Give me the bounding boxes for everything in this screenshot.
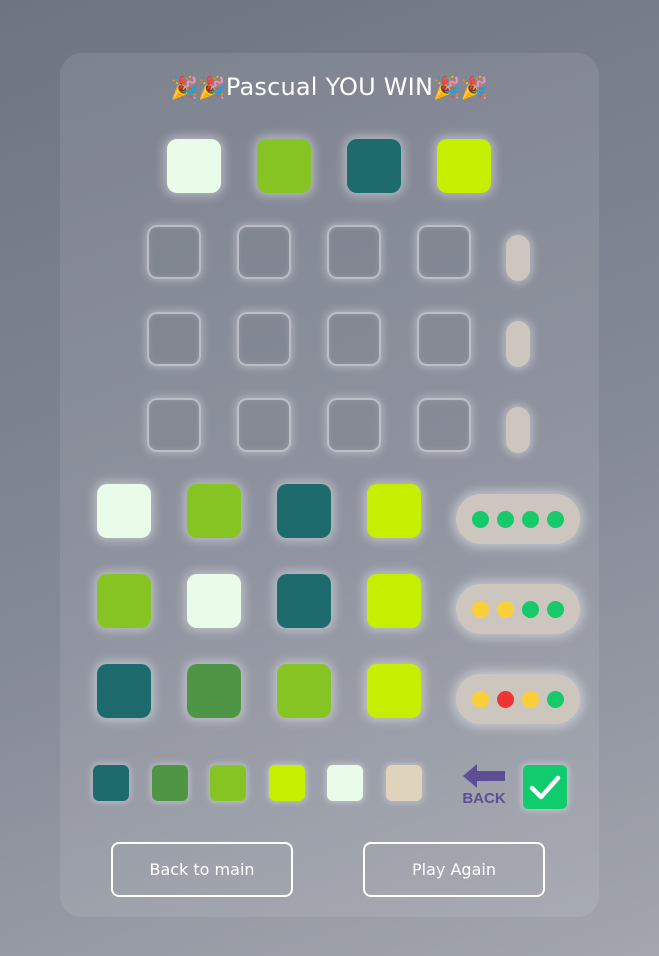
- party-popper-icons-right: 🎉🎉: [433, 76, 489, 101]
- feedback-peg: [472, 600, 489, 618]
- empty-slot: [417, 225, 471, 279]
- back-label: BACK: [462, 790, 506, 807]
- feedback-pill: [456, 584, 580, 634]
- palette-color-green[interactable]: [152, 765, 188, 801]
- feedback-peg: [522, 690, 539, 708]
- secret-code-peg: [347, 139, 401, 193]
- empty-slot: [237, 225, 291, 279]
- palette-color-lime[interactable]: [210, 765, 246, 801]
- feedback-peg: [547, 600, 564, 618]
- feedback-peg: [497, 510, 514, 528]
- feedback-peg: [547, 510, 564, 528]
- empty-feedback-indicator: [506, 321, 530, 367]
- arrow-left-icon: [463, 764, 505, 788]
- win-message: Pascual YOU WIN: [225, 73, 434, 101]
- secret-code-peg: [257, 139, 311, 193]
- play-again-button[interactable]: Play Again: [363, 842, 545, 897]
- feedback-peg: [472, 510, 489, 528]
- win-title: 🎉🎉Pascual YOU WIN🎉🎉: [0, 70, 659, 106]
- feedback-peg: [497, 600, 514, 618]
- empty-slot: [417, 312, 471, 366]
- secret-code-peg: [167, 139, 221, 193]
- guess-peg: [277, 574, 331, 628]
- empty-slot: [327, 398, 381, 452]
- feedback-pill: [456, 674, 580, 724]
- back-to-main-button[interactable]: Back to main: [111, 842, 293, 897]
- palette-color-teal[interactable]: [93, 765, 129, 801]
- guess-peg: [277, 484, 331, 538]
- feedback-pill: [456, 494, 580, 544]
- back-button[interactable]: BACK: [458, 762, 510, 812]
- empty-feedback-indicator: [506, 235, 530, 281]
- palette-color-white[interactable]: [327, 765, 363, 801]
- empty-slot: [147, 312, 201, 366]
- party-popper-icons-left: 🎉🎉: [170, 76, 226, 101]
- secret-code-peg: [437, 139, 491, 193]
- empty-slot: [327, 225, 381, 279]
- empty-slot: [147, 398, 201, 452]
- empty-slot: [327, 312, 381, 366]
- feedback-peg: [472, 690, 489, 708]
- guess-peg: [367, 664, 421, 718]
- empty-slot: [237, 312, 291, 366]
- checkmark-icon: [529, 775, 561, 800]
- guess-peg: [187, 484, 241, 538]
- guess-peg: [187, 664, 241, 718]
- submit-guess-button[interactable]: [523, 765, 567, 809]
- feedback-peg: [522, 600, 539, 618]
- feedback-peg: [497, 690, 514, 708]
- guess-peg: [367, 484, 421, 538]
- guess-peg: [97, 664, 151, 718]
- empty-slot: [417, 398, 471, 452]
- guess-peg: [97, 574, 151, 628]
- empty-slot: [237, 398, 291, 452]
- palette-color-beige[interactable]: [386, 765, 422, 801]
- guess-peg: [367, 574, 421, 628]
- empty-feedback-indicator: [506, 407, 530, 453]
- feedback-peg: [547, 690, 564, 708]
- guess-peg: [97, 484, 151, 538]
- palette-color-chartreuse[interactable]: [269, 765, 305, 801]
- empty-slot: [147, 225, 201, 279]
- feedback-peg: [522, 510, 539, 528]
- guess-peg: [277, 664, 331, 718]
- guess-peg: [187, 574, 241, 628]
